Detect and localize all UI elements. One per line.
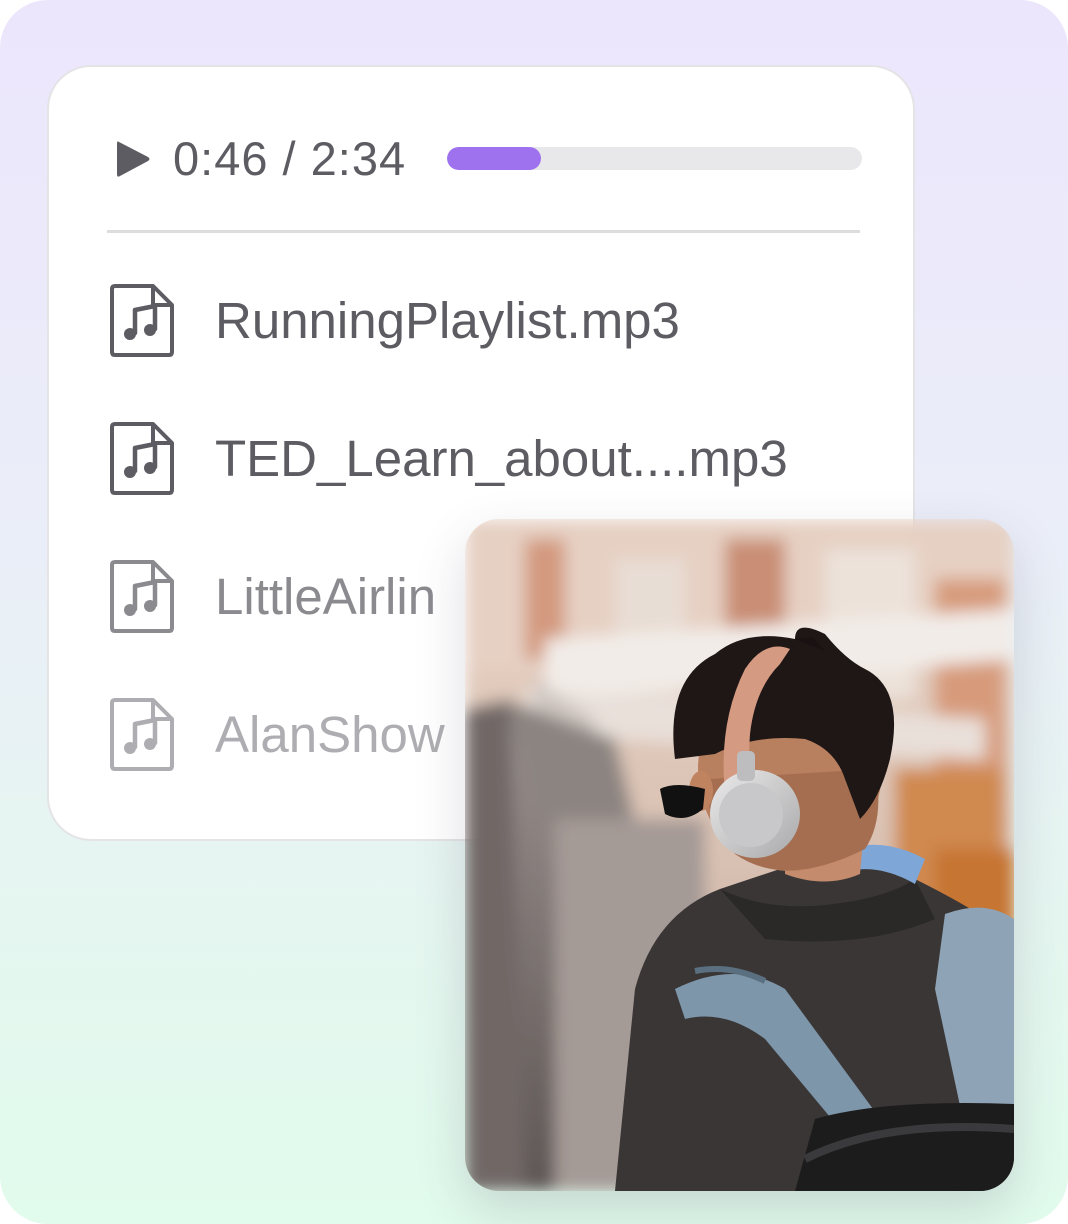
file-name: TED_Learn_about....mp3 [215,430,788,487]
file-name: RunningPlaylist.mp3 [215,292,680,349]
progress-bar[interactable] [447,147,862,170]
music-file-icon [110,422,174,495]
music-file-icon [110,560,174,633]
file-name: AlanShow [215,706,445,763]
music-file-icon [110,698,174,771]
music-file-icon [110,284,174,357]
file-name: LittleAirlin [215,568,437,625]
person-with-headphones-photo [465,519,1014,1191]
progress-bar-fill [447,147,541,170]
divider [107,230,860,233]
audio-player: 0:46 / 2:34 [107,127,867,191]
background-panel: 0:46 / 2:34 RunningPlaylist.mp3 TED_Learn… [0,0,1068,1224]
play-icon[interactable] [113,138,153,180]
playback-time: 0:46 / 2:34 [173,132,407,185]
file-item[interactable]: RunningPlaylist.mp3 [109,281,909,419]
